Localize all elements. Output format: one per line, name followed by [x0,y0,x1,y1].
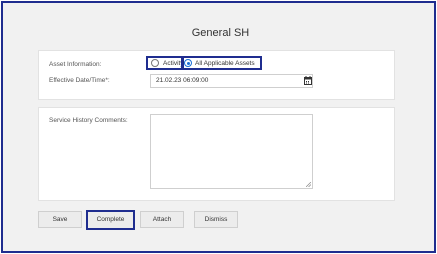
radio-all-applicable-assets[interactable] [184,59,192,67]
page-title: General SH [191,27,250,39]
service-history-comments-textarea[interactable] [150,114,313,189]
attach-button[interactable]: Attach [140,211,184,228]
service-history-comments-label: Service History Comments: [49,117,128,124]
complete-button[interactable]: Complete [86,210,135,230]
dialog-frame: General SH Asset Information: Activity A… [1,1,436,253]
radio-activity[interactable] [151,59,159,67]
effective-date-label: Effective Date/Time*: [49,77,110,84]
radio-all-applicable-assets-label[interactable]: All Applicable Assets [195,60,255,67]
effective-date-input[interactable]: 21.02.23 06:09:00 [150,74,313,88]
dismiss-button[interactable]: Dismiss [194,211,238,228]
asset-information-label: Asset Information: [49,61,102,68]
resize-handle-icon[interactable] [306,182,311,187]
calendar-icon[interactable] [304,76,312,85]
save-button[interactable]: Save [38,211,82,228]
